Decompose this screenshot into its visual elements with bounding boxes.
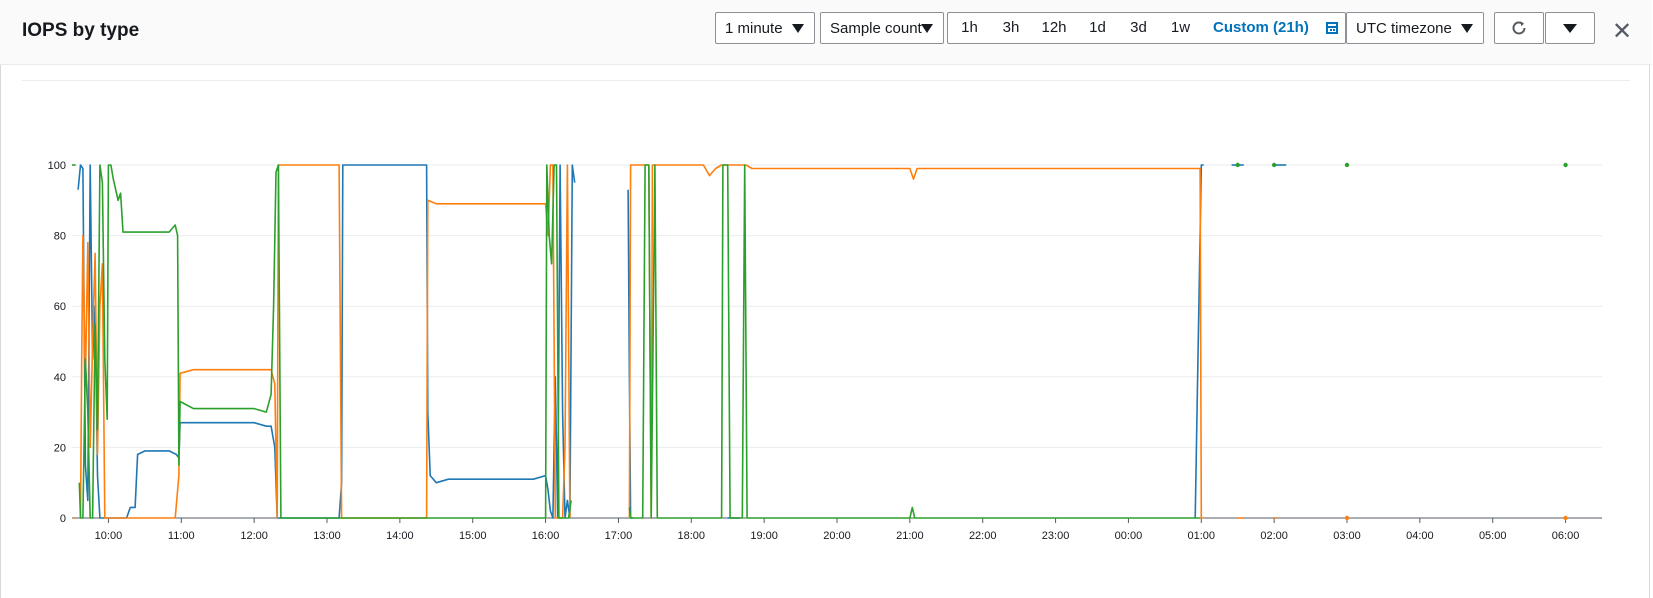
series-3-line <box>78 164 572 519</box>
x-tick-label: 16:00 <box>532 530 560 542</box>
x-tick-label: 23:00 <box>1042 530 1070 542</box>
series-2-line <box>79 164 571 519</box>
series-1-line <box>77 164 576 519</box>
iops-line-chart: 0 20 40 60 80 100 10:00 11:00 12:00 13:00 14:00 15… <box>48 160 1602 542</box>
x-tick-label: 10:00 <box>95 530 123 542</box>
series-2-point <box>1344 515 1350 521</box>
series-3-point <box>1344 162 1350 168</box>
x-tick-label: 15:00 <box>459 530 487 542</box>
x-tick-label: 22:00 <box>969 530 997 542</box>
x-tick-label: 18:00 <box>678 530 706 542</box>
x-tick-label: 02:00 <box>1260 530 1288 542</box>
x-tick-label: 20:00 <box>823 530 851 542</box>
y-tick-label: 80 <box>54 231 66 243</box>
x-tick-label: 03:00 <box>1333 530 1361 542</box>
y-tick-label: 0 <box>60 513 66 525</box>
series-3-line <box>628 164 1201 519</box>
x-tick-label: 12:00 <box>240 530 268 542</box>
y-tick-label: 60 <box>54 301 66 313</box>
series-2-line <box>628 164 1204 519</box>
y-tick-label: 40 <box>54 372 66 384</box>
x-tick-label: 04:00 <box>1406 530 1434 542</box>
x-tick-label: 21:00 <box>896 530 924 542</box>
series-3-point <box>1271 162 1277 168</box>
x-tick-label: 17:00 <box>605 530 633 542</box>
x-tick-label: 00:00 <box>1115 530 1143 542</box>
x-tick-label: 06:00 <box>1552 530 1580 542</box>
series-3-point <box>1563 162 1568 168</box>
series-1-line <box>1194 164 1204 519</box>
series-3-point <box>1235 162 1240 168</box>
x-tick-label: 05:00 <box>1479 530 1507 542</box>
x-tick-label: 13:00 <box>313 530 341 542</box>
x-tick-label: 19:00 <box>750 530 778 542</box>
x-tick-label: 01:00 <box>1188 530 1216 542</box>
x-tick-label: 11:00 <box>168 530 195 542</box>
y-tick-label: 20 <box>54 442 66 454</box>
x-tick-label: 14:00 <box>386 530 414 542</box>
series-2-point <box>1563 515 1568 521</box>
y-tick-label: 100 <box>48 160 66 172</box>
